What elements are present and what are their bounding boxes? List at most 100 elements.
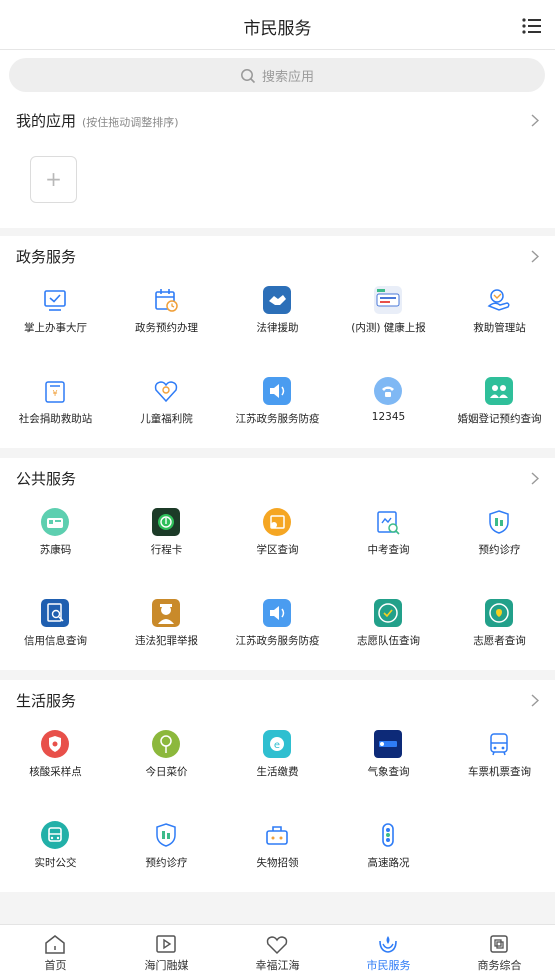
health-report-icon [374,286,402,314]
tab-label: 市民服务 [366,959,411,972]
bus-icon [41,821,69,849]
ticket-bus-icon [490,733,508,756]
tab-label: 商务综合 [477,959,522,972]
section-title: 政务服务 [16,248,77,266]
hospital-shield-icon [489,510,509,534]
app-tile[interactable]: 气象查询 [333,716,444,807]
my-apps-section: 我的应用 (按住拖动调整排序) + [0,100,555,228]
app-label: 社会捐助救助站 [18,413,93,425]
search-input[interactable]: 搜索应用 [9,58,545,92]
heart-child-icon [154,381,178,403]
search-placeholder: 搜索应用 [261,70,314,85]
app-header: 市民服务 [0,0,555,50]
app-tile[interactable]: 行程卡 [111,494,222,585]
chevron-right-icon[interactable] [531,114,539,127]
app-tile[interactable]: 志愿者查询 [444,585,555,676]
app-tile[interactable]: 高速路况 [333,807,444,898]
police-report-icon [152,599,180,627]
traffic-light-icon [382,823,394,847]
volunteer-team-icon [374,599,402,627]
app-tile[interactable]: 江苏政务服务防疫 [222,585,333,676]
couple-icon [485,377,513,405]
section-title: 生活服务 [16,692,77,710]
tab-home[interactable]: 首页 [0,925,111,974]
app-label: 12345 [371,411,406,423]
app-tile[interactable]: 预约诊疗 [444,494,555,585]
home-icon [45,935,65,954]
app-tile[interactable]: 婚姻登记预约查询 [444,363,555,454]
app-tile[interactable]: 中考查询 [333,494,444,585]
media-play-icon [156,935,176,953]
search-icon [241,69,256,84]
chevron-right-icon[interactable] [531,694,539,707]
tab-happiness[interactable]: 幸福江海 [222,925,333,974]
search-bar: 搜索应用 [0,50,555,100]
app-tile[interactable]: 掌上办事大厅 [0,272,111,363]
gov-services-section: 政务服务 掌上办事大厅 政务预约办理 法律援助 (内测) 健康上报 救助管理站 [0,236,555,448]
app-tile[interactable]: 12345 [333,363,444,454]
bill-payment-icon: e [263,730,291,758]
app-tile[interactable]: 失物招领 [222,807,333,898]
tab-citizen-service[interactable]: 市民服务 [333,925,444,974]
tab-business[interactable]: 商务综合 [444,925,555,974]
app-tile[interactable]: 今日菜价 [111,716,222,807]
app-label: 预约诊疗 [145,857,188,869]
app-label: 江苏政务服务防疫 [235,413,320,425]
weather-icon [374,730,402,758]
nucleic-test-icon [41,730,69,758]
chevron-right-icon[interactable] [531,250,539,263]
app-tile[interactable]: 救助管理站 [444,272,555,363]
hands-care-icon [487,289,510,311]
app-label: 车票机票查询 [468,766,531,778]
svg-text:¥: ¥ [52,389,57,398]
app-label: 掌上办事大厅 [24,322,87,334]
lost-found-icon [266,826,288,845]
app-label: 苏康码 [39,544,72,556]
app-tile[interactable]: e 生活缴费 [222,716,333,807]
add-app-button[interactable]: + [30,156,77,203]
plus-icon: + [45,167,62,191]
sukang-code-icon [41,508,69,536]
app-tile[interactable]: 政务预约办理 [111,272,222,363]
app-tile[interactable]: ¥ 社会捐助救助站 [0,363,111,454]
exam-search-icon [377,511,400,535]
app-tile[interactable]: (内测) 健康上报 [333,272,444,363]
phone-hotline-icon [374,377,402,405]
app-tile[interactable]: 儿童福利院 [111,363,222,454]
app-tile[interactable]: 车票机票查询 [444,716,555,807]
app-label: 中考查询 [367,544,410,556]
trip-card-icon [152,508,180,536]
app-label: 核酸采样点 [29,766,82,778]
app-label: 救助管理站 [473,322,526,334]
tab-label: 海门融媒 [144,959,189,972]
list-menu-icon[interactable] [522,18,541,34]
tab-media[interactable]: 海门融媒 [111,925,222,974]
tab-label: 首页 [44,959,67,972]
app-tile[interactable]: 预约诊疗 [111,807,222,898]
app-tile[interactable]: 江苏政务服务防疫 [222,363,333,454]
handshake-icon [263,286,291,314]
app-tile[interactable]: 违法犯罪举报 [111,585,222,676]
svg-text:e: e [274,740,280,751]
speaker-icon [263,377,291,405]
app-tile[interactable]: 信用信息查询 [0,585,111,676]
school-district-icon [263,508,291,536]
bottom-tab-bar: 首页 海门融媒 幸福江海 市民服务 商务综合 [0,924,555,974]
app-tile[interactable]: 实时公交 [0,807,111,898]
page-title: 市民服务 [243,19,312,39]
app-tile[interactable]: 核酸采样点 [0,716,111,807]
app-label: 法律援助 [256,322,299,334]
app-tile[interactable]: 法律援助 [222,272,333,363]
app-tile[interactable]: 苏康码 [0,494,111,585]
volunteer-icon [485,599,513,627]
app-tile[interactable]: 志愿队伍查询 [333,585,444,676]
tab-label: 幸福江海 [255,959,300,972]
app-label: 违法犯罪举报 [135,635,198,647]
app-label: 生活缴费 [256,766,299,778]
life-services-section: 生活服务 核酸采样点 今日菜价 e 生活缴费 气象查询 车票机票查询 实时公交 … [0,680,555,892]
app-tile[interactable]: 学区查询 [222,494,333,585]
app-label: 学区查询 [256,544,299,556]
app-label: 气象查询 [367,766,410,778]
business-icon [490,935,508,953]
chevron-right-icon[interactable] [531,472,539,485]
